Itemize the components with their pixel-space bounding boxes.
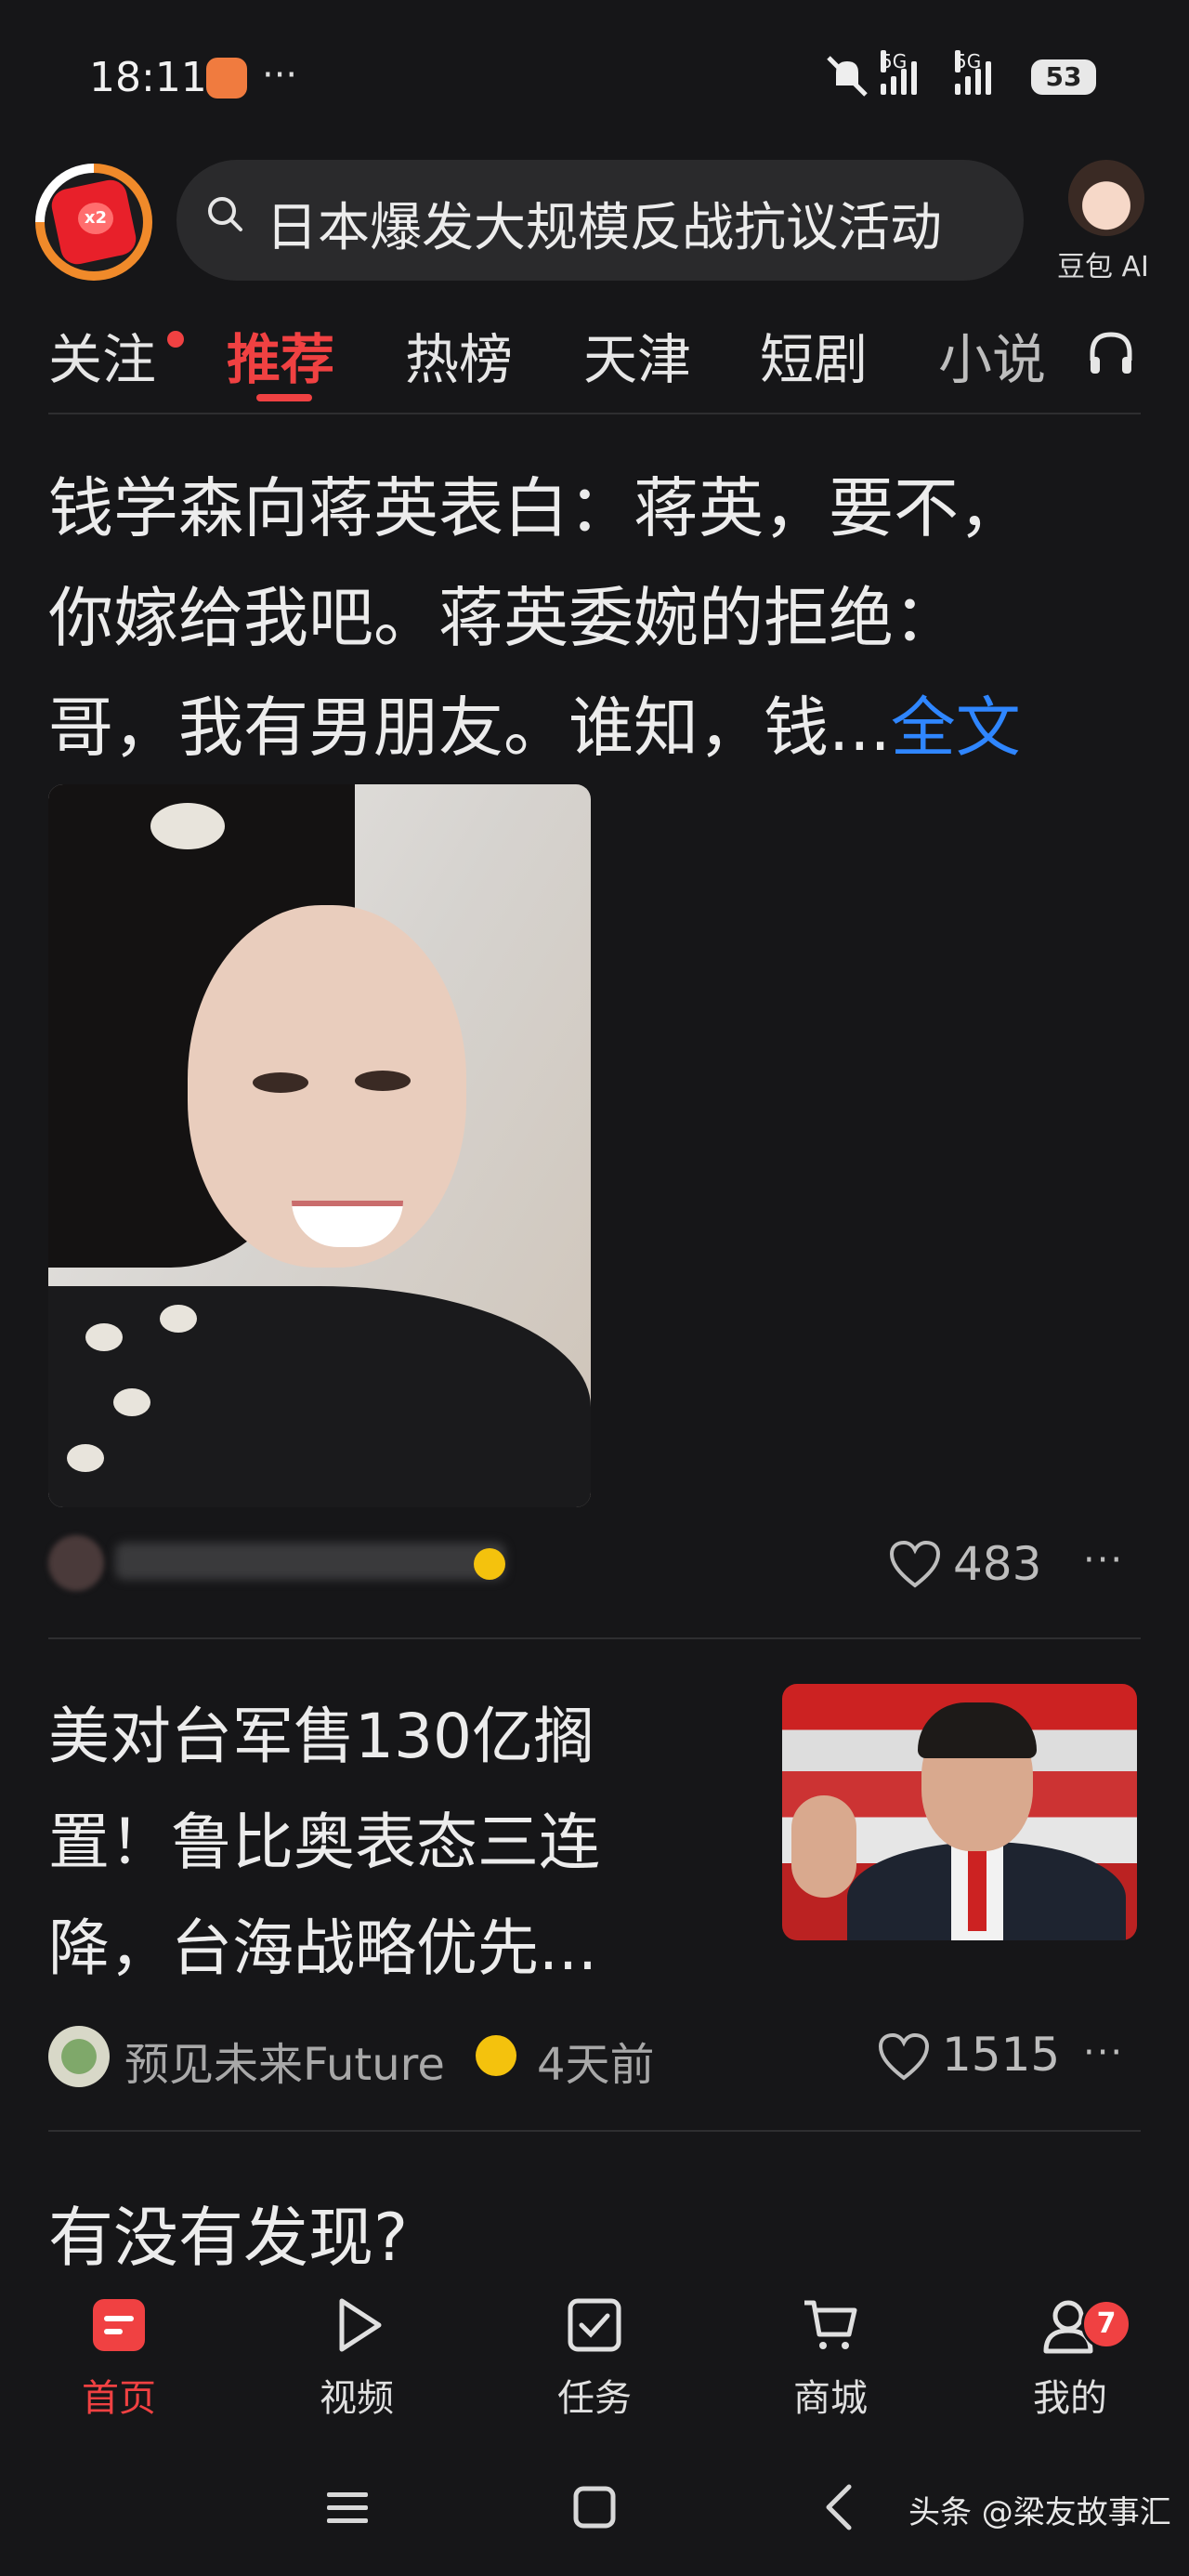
home-button-icon[interactable] — [567, 2479, 622, 2535]
network-type-1: 5G — [881, 50, 908, 72]
source-name[interactable]: 预见未来Future — [124, 2028, 445, 2093]
article2-line2: 置！鲁比奥表态三连 — [48, 1807, 600, 1878]
menu-icon[interactable] — [320, 2479, 375, 2535]
nav-mall[interactable]: 商城 — [756, 2295, 905, 2422]
article1-more-icon[interactable]: ··· — [1083, 1539, 1124, 1582]
article1-title[interactable]: 钱学森向蒋英表白：蒋英，要不， 你嫁给我吧。蒋英委婉的拒绝： 哥，我有男朋友。谁… — [48, 453, 1144, 782]
doubao-ai-label[interactable]: 豆包 AI — [1057, 243, 1149, 284]
author-avatar-blurred[interactable] — [48, 1535, 104, 1591]
tab-hot-list[interactable]: 热榜 — [405, 316, 513, 394]
nav-video-label: 视频 — [320, 2377, 394, 2420]
source-avatar[interactable] — [48, 2026, 110, 2087]
publish-time: 4天前 — [537, 2039, 655, 2091]
article1-line2: 你嫁给我吧。蒋英委婉的拒绝： — [48, 580, 959, 656]
tab-recommend[interactable]: 推荐 — [227, 316, 334, 394]
back-icon[interactable] — [814, 2479, 869, 2535]
article2-thumbnail[interactable] — [782, 1684, 1137, 1940]
active-tab-indicator — [256, 394, 312, 401]
cart-icon — [804, 2300, 857, 2349]
network-type-2: 5G — [955, 50, 982, 72]
tab-tianjin[interactable]: 天津 — [583, 316, 691, 394]
article2-title[interactable]: 美对台军售130亿搁 置！鲁比奥表态三连 降，台海战略优先... — [48, 1684, 736, 2002]
article1-photo[interactable] — [48, 784, 591, 1507]
logo-badge: x2 — [78, 203, 113, 234]
author-name-blurred[interactable] — [115, 1543, 505, 1580]
article2-like-count: 1515 — [942, 2028, 1061, 2082]
article2-line1: 美对台军售130亿搁 — [48, 1701, 594, 1772]
like-heart-icon[interactable] — [877, 2031, 931, 2082]
article3-title[interactable]: 有没有发现? — [48, 2186, 408, 2280]
article2-line3: 降，台海战略优先... — [48, 1912, 597, 1984]
battery-icon: 53 — [1031, 59, 1096, 95]
article1-line1: 钱学森向蒋英表白：蒋英，要不， — [48, 470, 1024, 546]
mute-icon — [827, 56, 868, 97]
app-notification-icon — [206, 58, 247, 99]
tabs-divider — [48, 413, 1141, 414]
home-icon — [93, 2299, 145, 2351]
verified-badge-icon — [474, 1548, 505, 1580]
nav-tasks-label: 任务 — [557, 2377, 632, 2420]
feed-divider-2 — [48, 2130, 1141, 2132]
nav-mall-label: 商城 — [793, 2377, 868, 2420]
headphone-icon[interactable] — [1085, 327, 1137, 379]
search-icon — [208, 197, 242, 231]
watermark: 头条 @梁友故事汇 — [908, 2494, 1171, 2531]
verified-badge-icon — [476, 2035, 516, 2076]
signal-1-icon: 5G — [881, 50, 917, 95]
nav-home-label: 首页 — [82, 2377, 156, 2420]
status-time: 18:11 — [89, 54, 207, 101]
notification-badge: 7 — [1081, 2299, 1131, 2349]
signal-2-icon: 5G — [955, 50, 991, 95]
more-notifications-icon: ··· — [262, 54, 298, 97]
nav-mine-label: 我的 — [1033, 2377, 1107, 2420]
article2-more-icon[interactable]: ··· — [1083, 2031, 1124, 2074]
search-query-text[interactable]: 日本爆发大规模反战抗议活动 — [266, 186, 1009, 261]
task-check-icon — [568, 2298, 621, 2352]
nav-tasks[interactable]: 任务 — [520, 2295, 669, 2422]
like-heart-icon[interactable] — [888, 1539, 942, 1589]
nav-video[interactable]: 视频 — [282, 2295, 431, 2422]
article1-line3: 哥，我有男朋友。谁知，钱... — [48, 690, 891, 766]
tab-follow[interactable]: 关注 — [48, 316, 156, 394]
tab-novel[interactable]: 小说 — [938, 316, 1046, 394]
doubao-ai-avatar[interactable] — [1068, 160, 1144, 236]
tab-short-drama[interactable]: 短剧 — [760, 316, 868, 394]
nav-home[interactable]: 首页 — [45, 2295, 193, 2422]
follow-unread-dot — [167, 331, 184, 348]
read-full-link[interactable]: 全文 — [891, 690, 1021, 766]
feed-divider-1 — [48, 1637, 1141, 1639]
play-icon — [339, 2298, 382, 2352]
article1-like-count: 483 — [953, 1537, 1042, 1591]
